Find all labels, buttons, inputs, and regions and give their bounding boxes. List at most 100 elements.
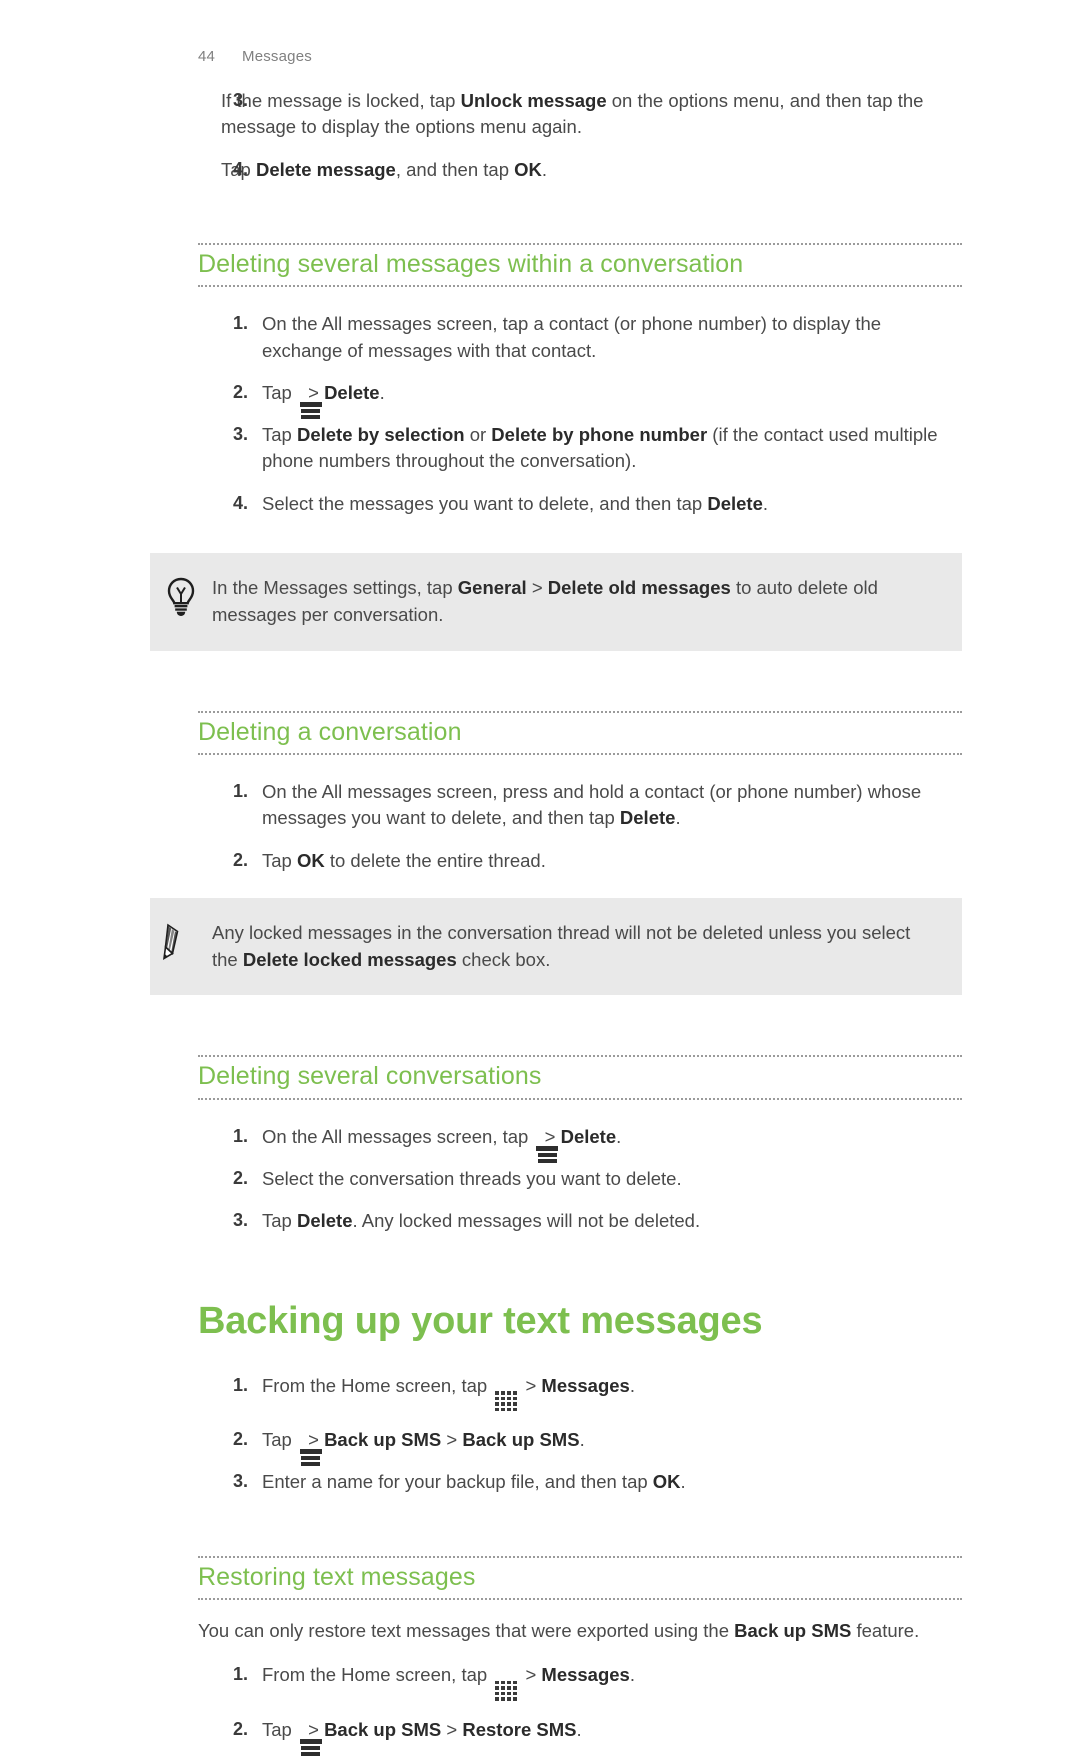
list-item: 3. Tap Delete. Any locked messages will n…	[150, 1208, 962, 1234]
list-item: 1. From the Home screen, tap > Messages.	[150, 1662, 962, 1701]
list-item: 2. Tap > Back up SMS > Back up SMS.	[150, 1427, 962, 1467]
list-item-text: Tap OK to delete the entire thread.	[262, 849, 546, 871]
steps-block-backing-up: 1. From the Home screen, tap > Messages. 2…	[150, 1373, 962, 1496]
emphasis-text: Unlock message	[460, 90, 607, 111]
page-content: 3. If the message is locked, tap Unlock m…	[150, 88, 962, 1756]
tip-callout-text: In the Messages settings, tap General > …	[212, 576, 878, 625]
list-item-text: If the message is locked, tap Unlock mes…	[221, 90, 924, 138]
chapter-name: Messages	[242, 48, 312, 65]
steps-block-deleting-several-messages: 1. On the All messages screen, tap a cont…	[150, 311, 962, 517]
steps-list: 1. From the Home screen, tap > Messages. 2…	[150, 1373, 962, 1496]
list-item-text: Select the messages you want to delete, …	[262, 492, 768, 514]
emphasis-text: Back up SMS	[324, 1429, 442, 1451]
list-item-text: Tap Delete by selection or Delete by pho…	[262, 424, 938, 472]
emphasis-text: Restore SMS	[462, 1718, 577, 1740]
emphasis-text: Delete	[296, 1210, 353, 1232]
tip-callout: In the Messages settings, tap General > …	[150, 552, 962, 651]
emphasis-text: General	[457, 576, 527, 598]
list-item-number: 2.	[232, 849, 248, 870]
subsection-title: Deleting a conversation	[198, 717, 462, 746]
list-item-number: 4.	[232, 492, 248, 513]
subsection-title: Deleting several conversations	[198, 1062, 542, 1091]
running-header: 44 Messages	[198, 48, 312, 65]
list-item-number: 2.	[232, 1429, 248, 1450]
list-item: 2. Select the conversation threads you wa…	[150, 1166, 962, 1192]
list-item-number: 1.	[232, 1374, 248, 1395]
list-item-text: Select the conversation threads you want…	[262, 1168, 682, 1190]
lightbulb-icon	[150, 575, 212, 617]
subsection-title: Restoring text messages	[198, 1562, 476, 1591]
note-callout-text: Any locked messages in the conversation …	[212, 921, 911, 970]
list-item: 4. Tap Delete message, and then tap OK.	[150, 157, 962, 183]
pencil-icon	[150, 920, 212, 962]
list-item: 1. From the Home screen, tap > Messages.	[150, 1373, 962, 1412]
emphasis-text: Delete by selection	[296, 424, 465, 446]
page-title: Backing up your text messages	[198, 1299, 763, 1342]
list-item-text: Tap > Back up SMS > Restore SMS.	[262, 1718, 582, 1756]
subsection-title: Deleting several messages within a conve…	[198, 249, 744, 278]
steps-block-deleting-several-conversations: 1. On the All messages screen, tap > Dele…	[150, 1124, 962, 1235]
emphasis-text: Delete	[619, 807, 676, 829]
list-item-number: 1.	[232, 1125, 248, 1146]
section-heading-restoring-text-messages: Restoring text messages	[198, 1555, 962, 1601]
list-item-number: 3.	[232, 424, 248, 445]
list-item: 2. Tap OK to delete the entire thread.	[150, 848, 962, 874]
list-item-number: 3.	[232, 1210, 248, 1231]
list-item-text: On the All messages screen, press and ho…	[262, 781, 922, 829]
emphasis-text: OK	[652, 1471, 681, 1493]
emphasis-text: Back up SMS	[462, 1429, 580, 1451]
list-item: 2. Tap > Back up SMS > Restore SMS.	[150, 1717, 962, 1756]
emphasis-text: Delete message	[255, 158, 396, 180]
list-item: 1. On the All messages screen, press and …	[150, 779, 962, 832]
list-item-text: Tap Delete message, and then tap OK.	[221, 158, 548, 180]
list-item-number: 3.	[232, 90, 248, 110]
steps-block-deleting-a-conversation: 1. On the All messages screen, press and …	[150, 779, 962, 874]
app-grid-icon	[495, 1680, 518, 1701]
list-item-text: From the Home screen, tap > Messages.	[262, 1664, 635, 1701]
list-item: 3. Tap Delete by selection or Delete by p…	[150, 422, 962, 475]
section-heading-deleting-several-messages: Deleting several messages within a conve…	[198, 242, 962, 288]
list-item-text: Tap > Delete.	[262, 381, 385, 419]
emphasis-text: Delete by phone number	[491, 424, 708, 446]
list-item: 2. Tap > Delete.	[150, 380, 962, 419]
list-item-text: On the All messages screen, tap > Delete…	[262, 1125, 621, 1163]
list-item-number: 2.	[232, 1718, 248, 1739]
continued-steps-block: 3. If the message is locked, tap Unlock m…	[150, 88, 962, 183]
list-item-number: 1.	[232, 313, 248, 334]
continued-steps-list: 3. If the message is locked, tap Unlock m…	[150, 88, 962, 183]
list-item: 3. Enter a name for your backup file, and…	[150, 1469, 962, 1495]
steps-list: 1. From the Home screen, tap > Messages. 2…	[150, 1662, 962, 1756]
emphasis-text: Messages	[541, 1374, 630, 1396]
emphasis-text: Delete	[560, 1125, 617, 1147]
list-item-text: Tap > Back up SMS > Back up SMS.	[262, 1429, 585, 1467]
list-item-number: 2.	[232, 381, 248, 402]
list-item-number: 1.	[232, 1664, 248, 1685]
emphasis-text: Delete	[324, 381, 380, 403]
emphasis-text: OK	[514, 158, 542, 180]
list-item-text: Enter a name for your backup file, and t…	[262, 1471, 686, 1493]
document-page: 44 Messages 3. If the message is locked, t…	[0, 0, 1080, 1756]
list-item: 3. If the message is locked, tap Unlock m…	[150, 88, 962, 141]
emphasis-text: Delete	[707, 492, 763, 514]
emphasis-text: Delete locked messages	[242, 948, 457, 970]
restoring-intro-paragraph: You can only restore text messages that …	[198, 1620, 920, 1642]
list-item-number: 3.	[232, 1471, 248, 1492]
list-item-number: 1.	[232, 781, 248, 802]
steps-list: 1. On the All messages screen, tap a cont…	[150, 311, 962, 517]
list-item-number: 4.	[232, 158, 248, 179]
emphasis-text: Messages	[541, 1664, 630, 1686]
emphasis-text: Delete old messages	[547, 576, 731, 598]
list-item: 1. On the All messages screen, tap > Dele…	[150, 1124, 962, 1163]
list-item-number: 2.	[232, 1168, 248, 1189]
emphasis-text: OK	[296, 849, 325, 871]
steps-list: 1. On the All messages screen, press and …	[150, 779, 962, 874]
app-grid-icon	[495, 1391, 518, 1412]
steps-list: 1. On the All messages screen, tap > Dele…	[150, 1124, 962, 1235]
list-item-text: Tap Delete. Any locked messages will not…	[262, 1210, 701, 1232]
page-number: 44	[198, 48, 216, 65]
section-heading-deleting-a-conversation: Deleting a conversation	[198, 710, 962, 756]
note-callout: Any locked messages in the conversation …	[150, 897, 962, 996]
emphasis-text: Back up SMS	[324, 1718, 442, 1740]
emphasis-text: Back up SMS	[734, 1620, 852, 1642]
list-item-text: On the All messages screen, tap a contac…	[262, 313, 882, 361]
